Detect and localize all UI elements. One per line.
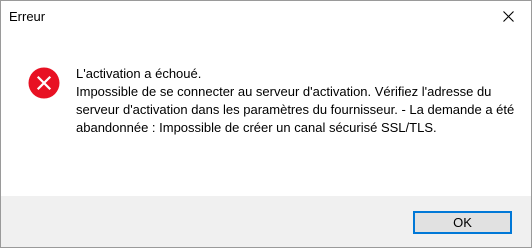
title-bar: Erreur (1, 1, 531, 32)
ok-button[interactable]: OK (413, 211, 512, 234)
message-body: Impossible de se connecter au serveur d'… (76, 84, 515, 135)
error-dialog: Erreur L'activation a échoué. Impossible… (0, 0, 532, 248)
message-heading: L'activation a échoué. (76, 66, 202, 81)
error-icon (28, 67, 60, 99)
close-icon (502, 11, 514, 22)
error-message: L'activation a échoué. Impossible de se … (76, 65, 516, 137)
button-bar: OK (1, 196, 531, 247)
window-title: Erreur (9, 9, 46, 24)
close-button[interactable] (485, 1, 531, 32)
